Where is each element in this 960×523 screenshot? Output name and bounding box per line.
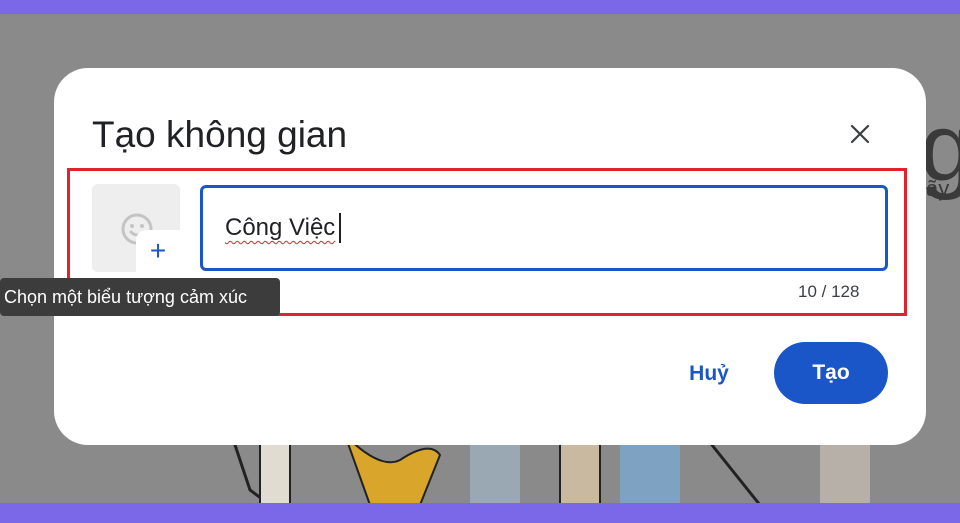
frame-bottom-border — [0, 503, 960, 523]
close-button[interactable] — [844, 118, 876, 150]
background-subtext: ãy — [926, 176, 950, 201]
create-space-dialog: Tạo không gian + Công Việc 10 / 128 Huỷ … — [54, 68, 926, 445]
cancel-button[interactable]: Huỷ — [674, 346, 744, 402]
create-button[interactable]: Tạo — [774, 342, 888, 404]
screen: g ãy Tạo không gian + Công Việc 10 / 128… — [0, 0, 960, 523]
text-caret — [339, 213, 342, 243]
character-counter: 10 / 128 — [798, 282, 860, 301]
dialog-title: Tạo không gian — [92, 114, 348, 155]
emoji-picker-button[interactable]: + — [92, 184, 180, 272]
close-icon — [850, 124, 870, 144]
plus-icon: + — [136, 230, 180, 272]
space-name-value: Công Việc — [225, 214, 336, 241]
space-name-input[interactable]: Công Việc — [200, 185, 888, 271]
frame-top-border — [0, 0, 960, 14]
emoji-tooltip: Chọn một biểu tượng cảm xúc — [0, 278, 280, 316]
